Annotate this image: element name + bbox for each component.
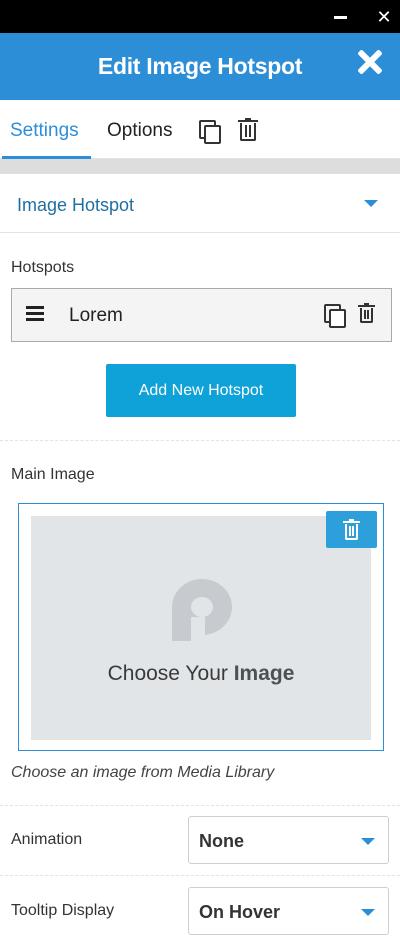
divider [0, 875, 400, 876]
panel-header: Edit Image Hotspot [0, 33, 400, 100]
section-header-image-hotspot[interactable]: Image Hotspot [0, 174, 400, 233]
placeholder-logo-icon [172, 579, 232, 641]
section-title: Image Hotspot [17, 195, 135, 215]
window-close-button[interactable]: ✕ [374, 7, 394, 27]
hotspots-label: Hotspots [11, 259, 75, 276]
image-caption: Choose an image from Media Library [11, 764, 275, 781]
tab-settings[interactable]: Settings [10, 120, 79, 142]
divider [0, 440, 400, 441]
section-separator [0, 159, 400, 174]
caret-down-icon [364, 200, 378, 207]
hotspot-item-name: Lorem [69, 305, 123, 326]
hotspot-item[interactable]: Lorem [11, 288, 392, 342]
tooltip-display-select[interactable]: On Hover [188, 887, 389, 935]
animation-label: Animation [11, 831, 83, 848]
trash-icon[interactable] [358, 303, 375, 323]
animation-select-value: None [199, 831, 244, 851]
remove-image-button[interactable] [326, 511, 377, 548]
tab-options[interactable]: Options [107, 120, 172, 142]
tooltip-display-label: Tooltip Display [11, 902, 115, 919]
tooltip-display-select-value: On Hover [199, 902, 281, 922]
duplicate-icon[interactable] [324, 304, 346, 328]
divider [0, 805, 400, 806]
panel-title: Edit Image Hotspot [97, 53, 303, 79]
drag-handle-icon[interactable] [26, 306, 44, 321]
add-new-hotspot-button[interactable]: Add New Hotspot [106, 364, 296, 417]
duplicate-icon[interactable] [199, 120, 222, 144]
caret-down-icon [361, 838, 375, 845]
close-icon[interactable] [355, 47, 385, 77]
window-titlebar: ✕ [0, 0, 400, 33]
trash-icon [343, 519, 360, 540]
trash-icon[interactable] [238, 118, 258, 141]
image-placeholder[interactable]: Choose Your Image [31, 516, 371, 740]
choose-image-text: Choose Your Image [107, 662, 295, 685]
minimize-button[interactable] [331, 7, 351, 27]
animation-select[interactable]: None [188, 816, 389, 864]
caret-down-icon [361, 909, 375, 916]
main-image-label: Main Image [11, 466, 95, 483]
